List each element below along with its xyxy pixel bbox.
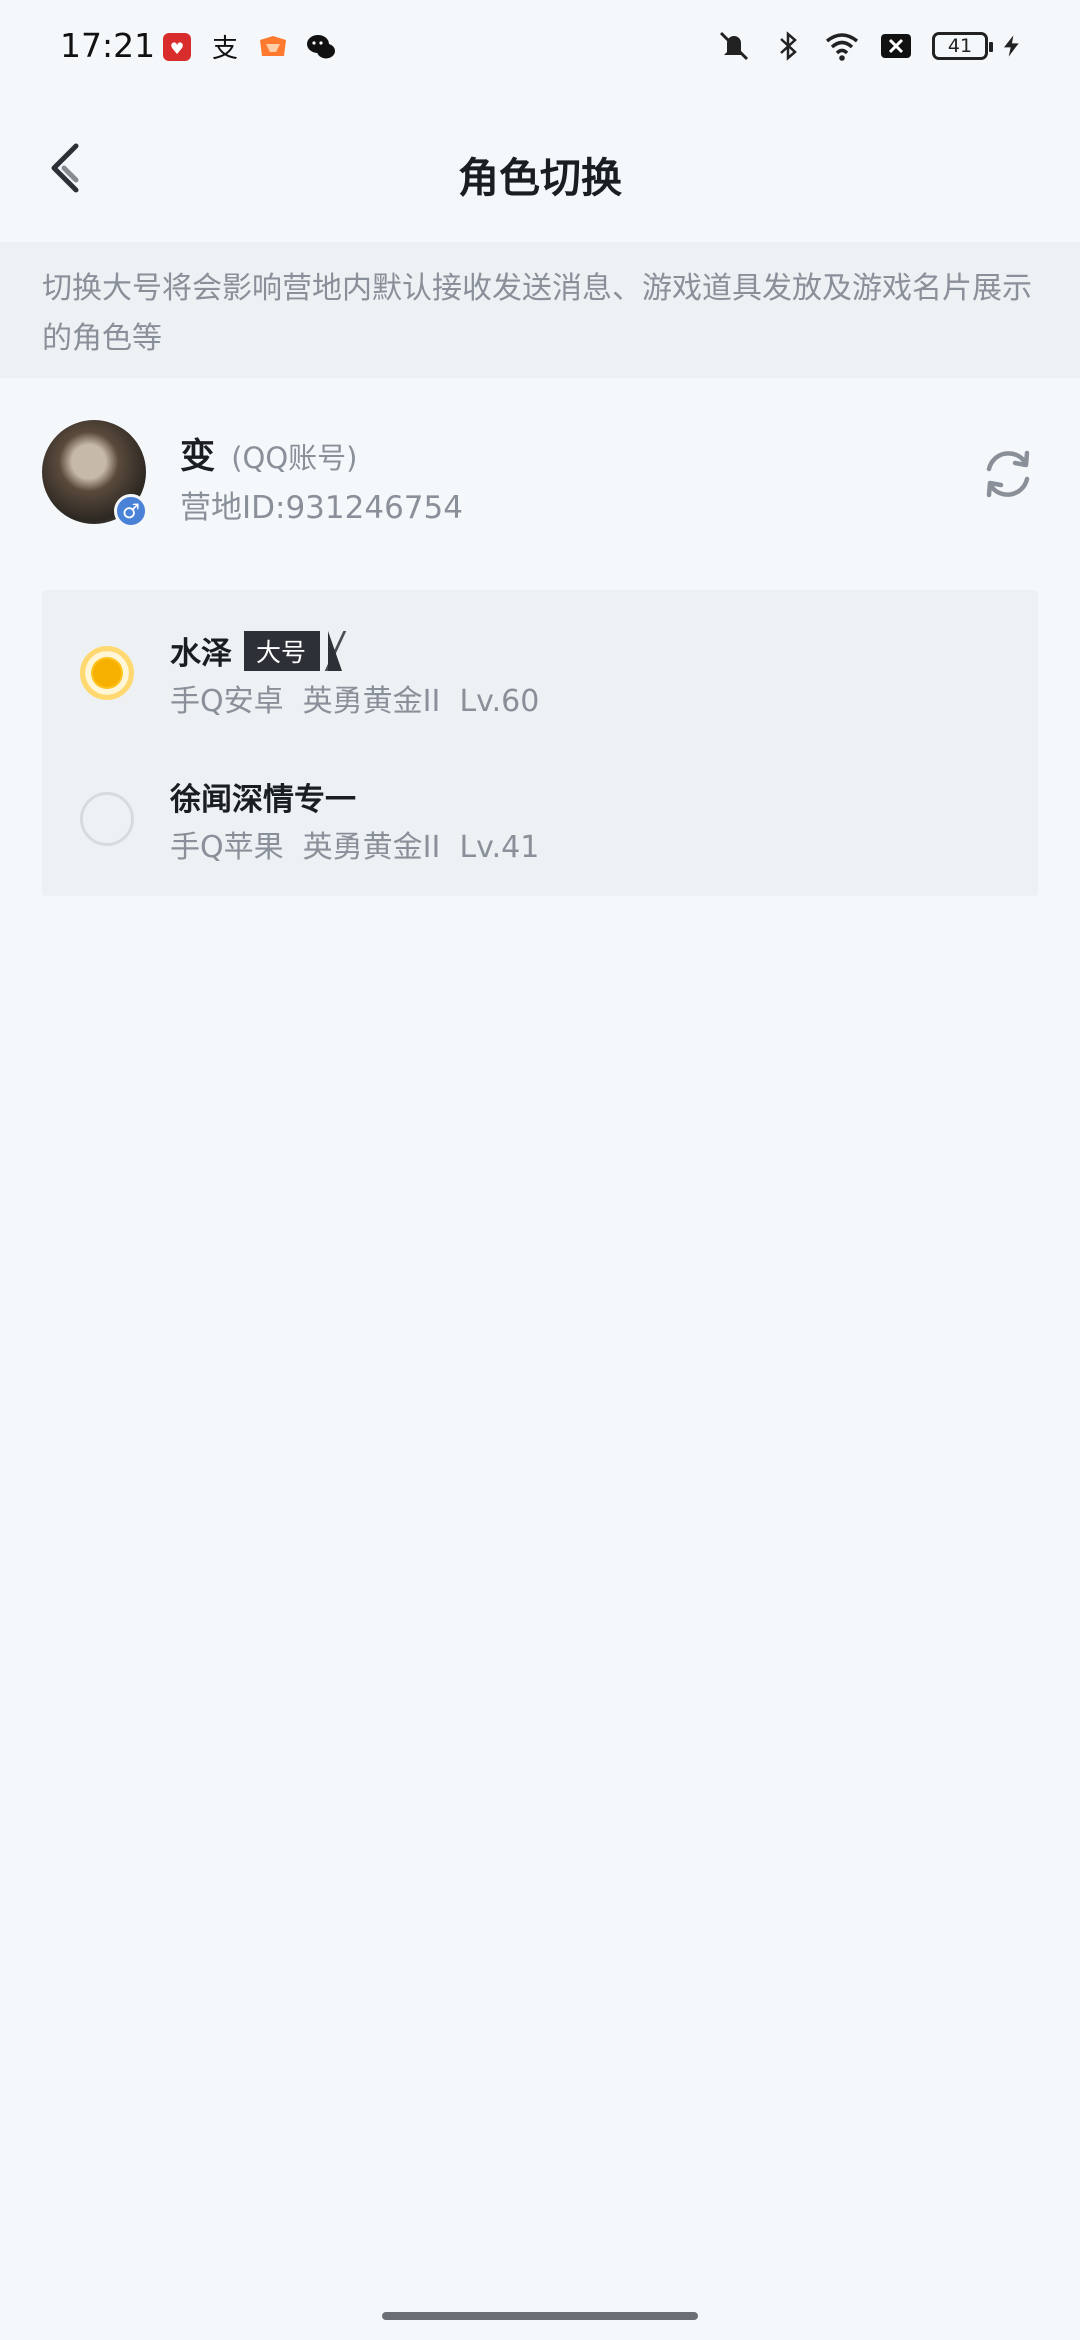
male-gender-icon: ♂	[114, 494, 148, 528]
role-name-row: 水泽 大号	[170, 628, 358, 673]
close-box-icon	[881, 34, 911, 58]
role-name-row: 徐闻深情专一	[170, 774, 356, 819]
wifi-icon	[825, 33, 859, 61]
page-title: 角色切换	[458, 154, 622, 202]
alipay-icon: 支	[212, 34, 238, 64]
role-detail: 手Q苹果 英勇黄金II Lv.41	[170, 830, 540, 865]
svg-text:支: 支	[212, 34, 238, 64]
radio-selected[interactable]	[80, 646, 134, 700]
charging-icon	[1004, 35, 1019, 57]
status-time: 17:21	[60, 26, 156, 65]
navigation-bar: 角色切换	[0, 96, 1080, 242]
profile-header: ♂ 变 (QQ账号) 营地ID:931246754	[0, 404, 1080, 554]
role-list: 水泽 大号 手Q安卓 英勇黄金II Lv.60 徐闻深情专一 手Q苹果 英勇黄金…	[42, 590, 1038, 896]
notice-banner: 切换大号将会影响营地内默认接收发送消息、游戏道具发放及游戏名片展示的角色等	[0, 242, 1080, 378]
battery-indicator: 41	[932, 32, 993, 60]
radio-unselected[interactable]	[80, 792, 134, 846]
mute-icon	[719, 31, 749, 61]
refresh-icon	[986, 450, 1030, 498]
role-name: 徐闻深情专一	[170, 782, 356, 818]
app-orange-icon	[260, 36, 286, 56]
role-item[interactable]: 徐闻深情专一 手Q苹果 英勇黄金II Lv.41	[42, 736, 1038, 882]
role-detail: 手Q安卓 英勇黄金II Lv.60	[170, 684, 540, 719]
role-item[interactable]: 水泽 大号 手Q安卓 英勇黄金II Lv.60	[42, 590, 1038, 736]
app-red-icon: ♥	[163, 33, 191, 61]
notice-text: 切换大号将会影响营地内默认接收发送消息、游戏道具发放及游戏名片展示的角色等	[42, 271, 1032, 356]
bluetooth-icon	[780, 31, 797, 61]
home-indicator[interactable]	[382, 2312, 698, 2320]
role-name: 水泽	[170, 636, 232, 672]
system-icons: 41	[716, 28, 1024, 64]
notification-icons: ♥ 支	[160, 30, 338, 64]
svg-text:♥: ♥	[170, 39, 184, 58]
wechat-icon	[307, 35, 335, 59]
status-bar: 17:21 ♥ 支 41	[0, 0, 1080, 96]
main-account-badge: 大号	[244, 630, 343, 671]
profile-name: 变	[180, 437, 216, 477]
profile-name-row: 变 (QQ账号)	[180, 428, 357, 479]
refresh-button[interactable]	[978, 444, 1038, 504]
profile-account-type: (QQ账号)	[231, 441, 358, 475]
profile-camp-id: 营地ID:931246754	[180, 490, 463, 526]
